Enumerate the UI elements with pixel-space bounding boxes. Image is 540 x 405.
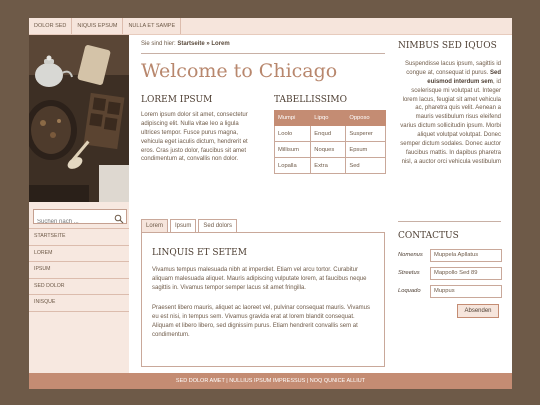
streetus-label: Streetus — [398, 270, 420, 276]
lorem-section: LOREM IPSUM Lorem ipsum dolor sit amet, … — [141, 95, 253, 164]
nimbus-text-before: Suspendisse lacus ipsum, sagittis id con… — [404, 61, 501, 76]
table-header-row: Mumpi Lipqo Opposo — [273, 110, 386, 126]
table-cell: Noques — [310, 141, 347, 158]
tea-still-life-image — [29, 35, 129, 202]
table-cell: Epsum — [345, 141, 386, 158]
loquado-label: Loquado — [398, 288, 421, 294]
top-nav-item-1[interactable]: DOLOR SED — [29, 18, 73, 34]
sidebar-item-inisque[interactable]: INISQUE — [29, 295, 129, 312]
sidebar-item-sed-dolor[interactable]: SED DOLOR — [29, 279, 129, 295]
form-row-nomenus: Nomenus Muppela Apllatus — [398, 249, 502, 262]
search-box — [33, 209, 127, 228]
table-cell: Millisum — [273, 141, 312, 158]
table-row: Lopalla Extra Sed — [273, 157, 386, 174]
tab-ipsum[interactable]: Ipsum — [170, 219, 197, 232]
sidebar-item-ipsum[interactable]: IPSUM — [29, 262, 129, 279]
footer: SED DOLOR AMET | NULLIUS IPSUM IMPRESSUS… — [29, 373, 512, 389]
nimbus-text: Suspendisse lacus ipsum, sagittis id con… — [398, 60, 501, 167]
tab-panel-paragraph-2: Praesent libero mauris, aliquet ac laore… — [152, 305, 370, 338]
streetus-field[interactable]: Mappollo Sed 89 — [430, 267, 502, 280]
table-cell: Enqud — [310, 125, 347, 142]
table-cell: Sed — [345, 157, 386, 174]
lorem-text: Lorem ipsum dolor sit amet, consectetur … — [141, 112, 248, 163]
top-nav: DOLOR SED NIQUIS EPSUM NULLA ET SAMPE — [29, 18, 512, 35]
table-row: Loolo Enqud Susperer — [273, 125, 386, 142]
sidebar-item-lorem[interactable]: LOREM — [29, 246, 129, 262]
page-title: Welcome to Chicago — [141, 60, 338, 82]
nimbus-heading: NIMBUS SED IQUOS — [398, 41, 497, 51]
nomenus-field[interactable]: Muppela Apllatus — [430, 249, 502, 262]
breadcrumb-prefix: Sie sind hier: — [141, 41, 176, 47]
sidebar-item-startseite[interactable]: STARTSEITE — [29, 228, 129, 246]
tab-panel: LINQUIS ET SETEM Vivamus tempus malesuad… — [141, 232, 385, 367]
tabellissimo-section: TABELLISSIMO Mumpi Lipqo Opposo Loolo En… — [273, 95, 386, 174]
right-divider — [398, 221, 501, 222]
submit-button[interactable]: Absenden — [457, 304, 499, 318]
top-nav-item-3[interactable]: NULLA ET SAMPE — [123, 18, 182, 34]
page: DOLOR SED NIQUIS EPSUM NULLA ET SAMPE Su… — [29, 18, 512, 389]
table-cell: Susperer — [345, 125, 386, 142]
hero-image — [29, 35, 129, 202]
table-header-cell: Opposo — [345, 110, 386, 126]
table-cell: Loolo — [273, 125, 312, 142]
nimbus-text-after: , id scelerisque mi volutpat ut. Integer… — [400, 78, 501, 165]
contactus-heading: CONTACTUS — [398, 231, 459, 241]
search-area — [29, 203, 129, 228]
side-nav: STARTSEITE LOREM IPSUM SED DOLOR INISQUE — [29, 228, 129, 312]
form-row-loquado: Loquado Muppus — [398, 285, 502, 298]
left-sidebar: STARTSEITE LOREM IPSUM SED DOLOR INISQUE — [29, 35, 129, 373]
tab-bar: Lorem Ipsum Sed dolors — [141, 219, 239, 232]
table-header-cell: Mumpi — [273, 110, 312, 126]
tab-panel-paragraph-1: Vivamus tempus malesuada nibh at imperdi… — [152, 267, 367, 291]
breadcrumb-divider — [141, 53, 385, 54]
data-table: Mumpi Lipqo Opposo Loolo Enqud Susperer … — [273, 110, 386, 174]
breadcrumb: Sie sind hier: Startseite » Lorem — [141, 41, 230, 47]
search-input[interactable] — [34, 216, 113, 228]
tab-panel-heading: LINQUIS ET SETEM — [152, 248, 247, 258]
table-cell: Lopalla — [273, 157, 312, 174]
tab-lorem[interactable]: Lorem — [141, 219, 169, 232]
form-row-streetus: Streetus Mappollo Sed 89 — [398, 267, 502, 280]
breadcrumb-trail[interactable]: Startseite » Lorem — [177, 41, 229, 47]
nomenus-label: Nomenus — [398, 252, 423, 258]
loquado-field[interactable]: Muppus — [430, 285, 502, 298]
lorem-heading: LOREM IPSUM — [141, 95, 213, 105]
tabellissimo-heading: TABELLISSIMO — [274, 95, 348, 105]
table-row: Millisum Noques Epsum — [273, 141, 386, 158]
search-icon[interactable] — [114, 211, 124, 224]
tab-sed-dolors[interactable]: Sed dolors — [198, 219, 238, 232]
table-cell: Extra — [310, 157, 347, 174]
table-header-cell: Lipqo — [310, 110, 347, 126]
top-nav-item-2[interactable]: NIQUIS EPSUM — [72, 18, 124, 34]
